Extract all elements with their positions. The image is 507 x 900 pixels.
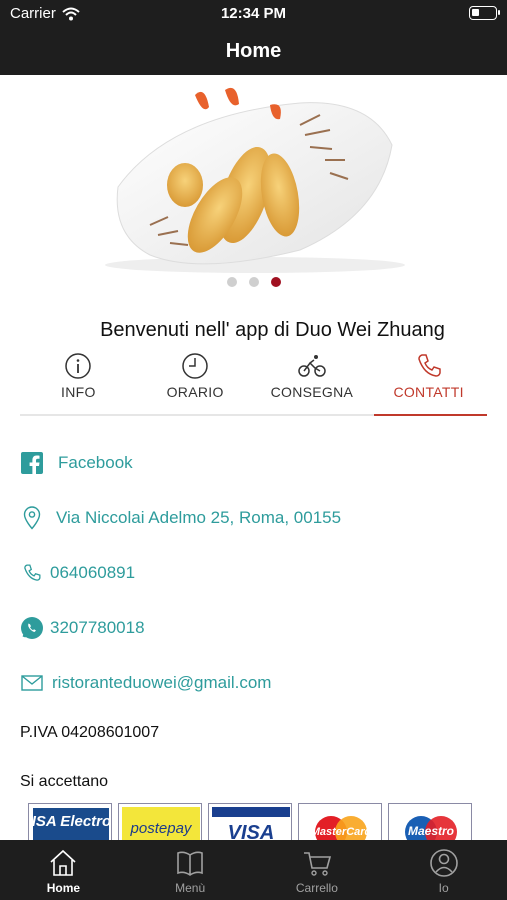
facebook-icon [20, 451, 44, 475]
visa-electron-logo: VISA Electron [28, 803, 112, 843]
email-label: ristoranteduowei@gmail.com [52, 673, 272, 692]
visa-logo: VISA [208, 803, 292, 843]
payment-card-label: postepay [130, 820, 193, 837]
accepted-payments-label: Si accettano [20, 773, 109, 790]
carousel-dot[interactable] [226, 277, 237, 287]
facebook-label: Facebook [58, 453, 133, 472]
carousel-dot[interactable] [248, 277, 259, 287]
phone-icon [417, 354, 441, 377]
user-icon [429, 849, 458, 877]
home-icon [50, 849, 76, 876]
info-icon [65, 353, 92, 379]
carousel-dot-active[interactable] [270, 277, 281, 287]
info-tabs: INFO ORARIO CONSEGNA CONTATTI [20, 350, 487, 416]
battery-icon [469, 6, 500, 20]
carousel-dots[interactable] [0, 277, 507, 287]
envelope-icon [20, 671, 44, 695]
tab-info-label: INFO [61, 384, 96, 400]
address-link[interactable]: Via Niccolai Adelmo 25, Roma, 00155 [20, 506, 341, 530]
tab-consegna-label: CONSEGNA [270, 384, 354, 400]
payment-card-label: Maestro [408, 824, 454, 838]
phone-link[interactable]: 064060891 [20, 561, 135, 585]
payment-card-label: MasterCard [311, 826, 372, 838]
bottom-tab-bar: Home Menù Carrello Io [0, 840, 507, 900]
whatsapp-label: 3207780018 [50, 618, 145, 637]
tab-info[interactable]: INFO [20, 350, 137, 414]
phone-label: 064060891 [50, 563, 136, 582]
bicycle-icon [298, 355, 326, 377]
tabbar-menu-label: Menù [175, 881, 206, 895]
hero-image-tempura-shrimp[interactable] [0, 75, 507, 275]
address-label: Via Niccolai Adelmo 25, Roma, 00155 [56, 508, 342, 527]
whatsapp-icon [20, 616, 44, 640]
tabbar-cart-label: Carrello [295, 881, 338, 895]
page-title: Home [225, 40, 282, 62]
tab-consegna[interactable]: CONSEGNA [254, 350, 371, 414]
tabbar-profile[interactable]: Io [380, 840, 507, 900]
tabbar-home[interactable]: Home [0, 840, 127, 900]
tab-orario[interactable]: ORARIO [137, 350, 254, 414]
postepay-logo: postepay [118, 803, 202, 843]
tabbar-cart[interactable]: Carrello [254, 840, 381, 900]
cart-icon [303, 852, 331, 876]
whatsapp-link[interactable]: 3207780018 [20, 616, 145, 640]
clock-icon [182, 353, 208, 379]
payment-cards: VISA Electron postepay VISA MasterCard M… [28, 803, 472, 843]
clock-time: 12:34 PM [220, 5, 287, 22]
mastercard-logo: MasterCard [298, 803, 382, 843]
top-bar: Carrier 12:34 PM Home [0, 0, 507, 75]
tabbar-profile-label: Io [438, 881, 449, 895]
welcome-text: Benvenuti nell' app di Duo Wei Zhuang [100, 319, 445, 341]
email-link[interactable]: ristoranteduowei@gmail.com [20, 671, 271, 695]
tab-contatti-label: CONTATTI [393, 384, 464, 400]
book-icon [177, 851, 203, 876]
status-bar: Carrier 12:34 PM [0, 0, 507, 28]
payment-card-label: VISA Electron [29, 813, 112, 830]
location-pin-icon [20, 506, 44, 530]
tabbar-menu[interactable]: Menù [127, 840, 254, 900]
tab-contatti[interactable]: CONTATTI [370, 350, 487, 416]
phone-icon [20, 561, 44, 585]
tabbar-home-label: Home [46, 881, 81, 895]
vat-number: P.IVA 04208601007 [20, 724, 160, 741]
maestro-logo: Maestro [388, 803, 472, 843]
facebook-link[interactable]: Facebook [20, 451, 133, 475]
tab-orario-label: ORARIO [166, 384, 224, 400]
